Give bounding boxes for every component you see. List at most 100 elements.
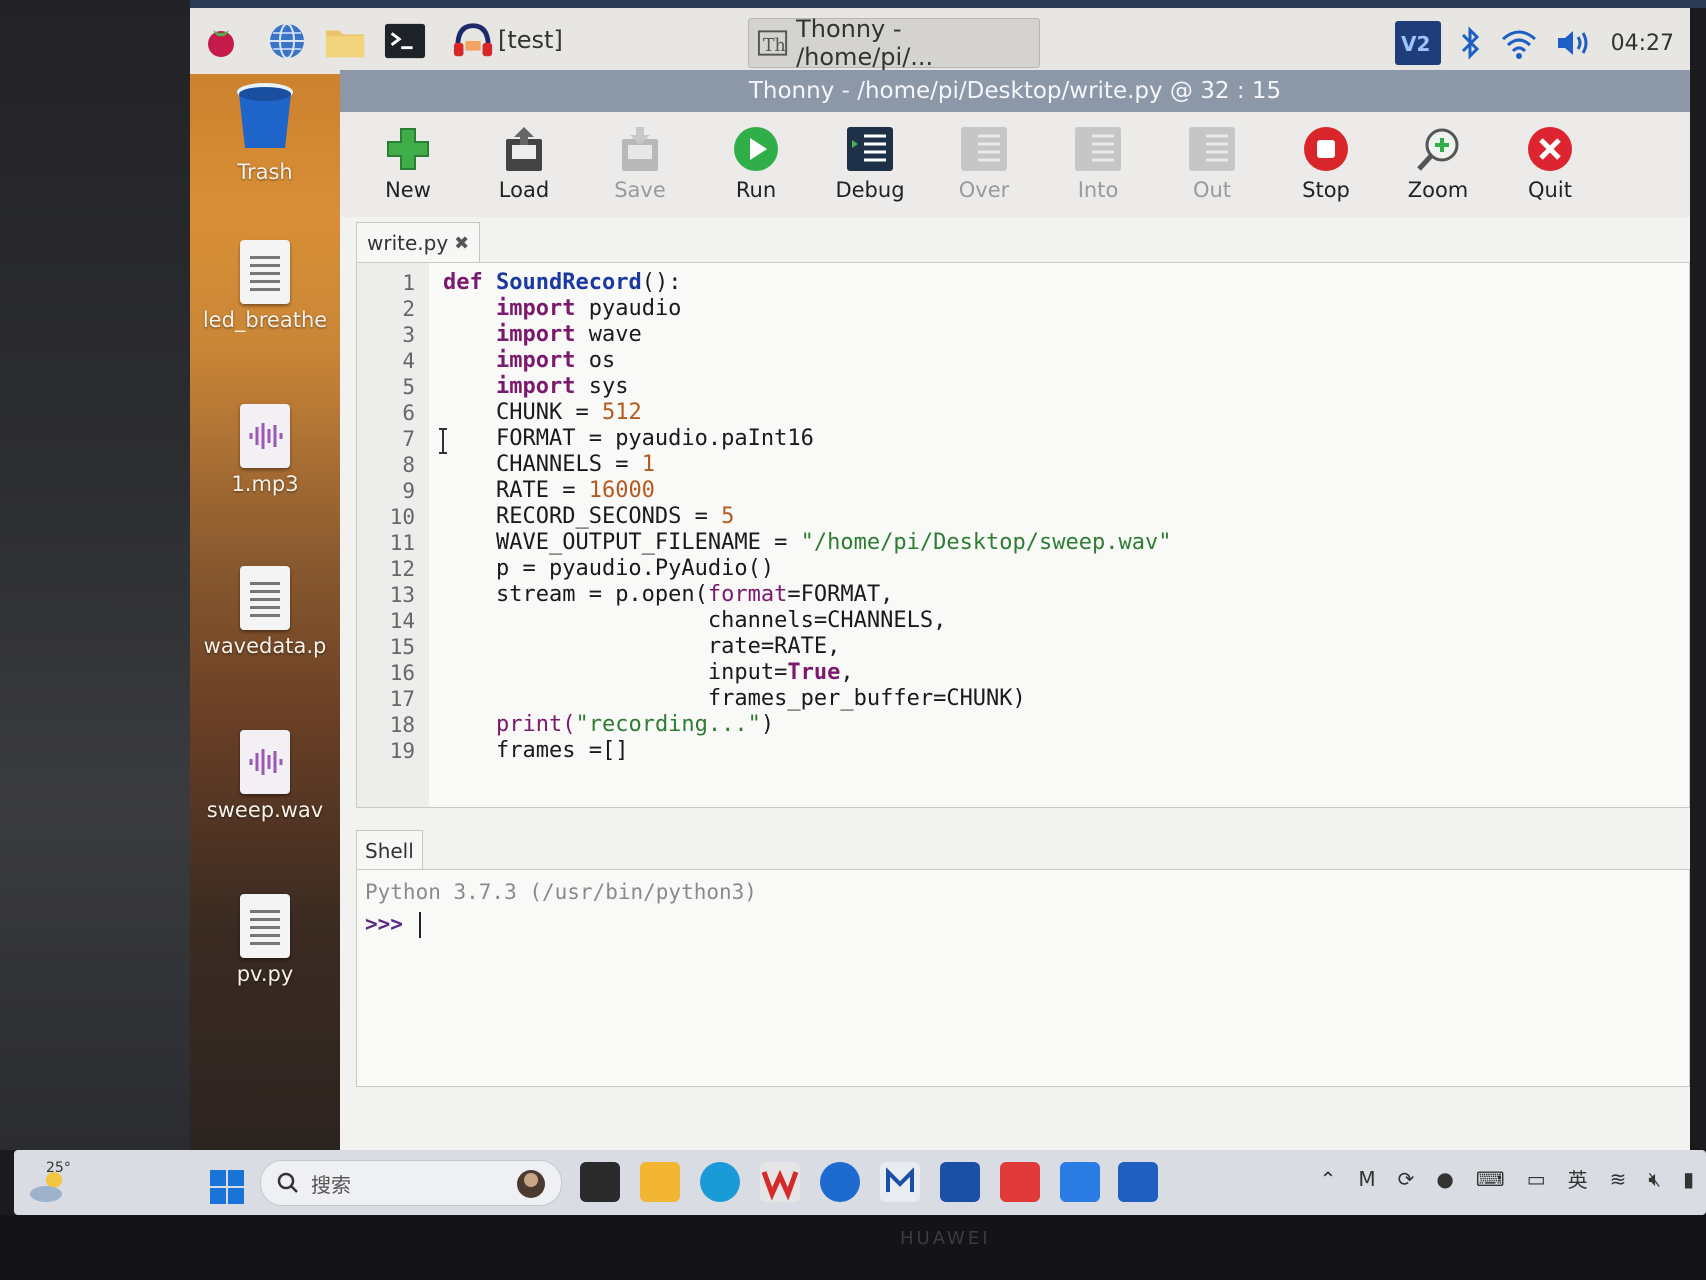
network-app-icon[interactable] [820,1162,860,1202]
debug-button[interactable]: Debug [820,122,920,202]
desktop-icon-label: pv.py [236,962,294,986]
wps-office-icon[interactable] [760,1162,800,1202]
code-text: channels=CHANNELS, [707,608,947,633]
tab-write-py[interactable]: write.py ✖ [356,222,481,263]
step-out-icon [1189,127,1235,171]
windows-system-tray: ⌃ M ⟳ ● ⌨ ▭ 英 ≋ 🔇︎ ▮ [1320,1164,1694,1193]
svg-text:Th: Th [763,36,786,56]
wifi-icon[interactable]: ≋ [1610,1167,1627,1191]
stop-button[interactable]: Stop [1276,122,1376,202]
sync-icon[interactable]: ⟳ [1398,1167,1415,1191]
vnc-viewer-icon[interactable] [1118,1162,1158,1202]
qq-icon[interactable]: ● [1436,1167,1453,1191]
shell-caret [419,912,421,938]
keyboard-icon[interactable]: ⌨ [1476,1167,1505,1191]
mail-app-icon[interactable] [880,1162,920,1202]
line-number: 8 [402,453,415,477]
step-over-button[interactable]: Over [934,122,1034,202]
code-line: CHUNK = 512 [443,400,642,425]
microsoft-store-icon[interactable] [940,1162,980,1202]
step-out-button[interactable]: Out [1162,122,1262,202]
weather-widget[interactable]: 25° [28,1158,78,1206]
save-icon [622,127,658,171]
desktop-icon-sweep-wav[interactable]: sweep.wav [190,730,340,822]
file-manager-icon[interactable] [324,20,366,62]
code-keyword: import [495,322,576,347]
code-line: frames =[] [443,738,628,763]
desktop-icon-trash[interactable]: Trash [190,80,340,184]
code-number: 5 [721,504,735,529]
file-explorer-icon[interactable] [640,1162,680,1202]
run-button-label: Run [735,178,777,202]
ime-indicator[interactable]: 英 [1568,1164,1588,1193]
code-text: CHANNELS = [495,452,642,477]
desktop-icon-1mp3[interactable]: 1.mp3 [190,404,340,496]
taskbar-task-test[interactable]: [test] [498,26,563,54]
code-builtin: print( [495,712,576,737]
step-over-icon [961,127,1007,171]
edge-browser-icon[interactable] [700,1162,740,1202]
vnc-icon[interactable]: V2 [1394,21,1441,65]
shell-console[interactable]: Python 3.7.3 (/usr/bin/python3) >>> [356,869,1690,1087]
window-title[interactable]: Thonny - /home/pi/Desktop/write.py @ 32 … [340,70,1690,112]
code-line: stream = p.open(format=FORMAT, [443,582,893,607]
battery-icon[interactable]: ▮ [1683,1167,1694,1191]
windows-start-icon[interactable] [210,1170,244,1208]
audio-recorder-icon[interactable] [452,20,494,62]
pi-taskbar: [test] Th Thonny - /home/pi/... V2 04:27 [190,8,1690,74]
desktop-icon-label: 1.mp3 [231,472,299,496]
raspberry-menu-icon[interactable] [200,20,242,62]
run-button[interactable]: Run [706,122,806,202]
tab-shell[interactable]: Shell [356,830,423,871]
taskbar-task-thonny[interactable]: Th Thonny - /home/pi/... [748,15,1040,71]
volume-icon[interactable] [1555,27,1593,59]
code-string: "/home/pi/Desktop/sweep.wav" [800,530,1172,555]
terminal-icon[interactable] [384,20,426,62]
browser-globe-icon[interactable] [266,20,308,62]
code-text: WAVE_OUTPUT_FILENAME = [495,530,801,555]
task-view-icon[interactable] [580,1162,620,1202]
new-button[interactable]: New [358,122,458,202]
code-line: input=True, [443,660,854,685]
code-text: CHUNK = [495,400,602,425]
play-icon [734,127,778,171]
cloud-app-icon[interactable] [1060,1162,1100,1202]
save-button[interactable]: Save [590,122,690,202]
desktop-icon-led-breathe[interactable]: led_breathe [190,240,340,332]
chevron-up-icon[interactable]: ⌃ [1320,1167,1337,1191]
search-icon [277,1172,298,1193]
wifi-icon[interactable] [1501,27,1537,59]
volume-muted-icon[interactable]: 🔇︎ [1648,1167,1661,1191]
desktop-icon-wavedata[interactable]: wavedata.p [190,566,340,658]
code-keyword: import [495,296,576,321]
pi-clock: 04:27 [1610,30,1674,56]
windows-search-box[interactable]: 搜索 [260,1160,562,1206]
line-number: 5 [402,375,415,399]
load-button[interactable]: Load [474,122,574,202]
huawei-app-icon[interactable] [1000,1162,1040,1202]
zoom-button[interactable]: Zoom [1388,122,1488,202]
display-icon[interactable]: ▭ [1527,1167,1546,1191]
bluetooth-icon[interactable] [1459,25,1483,61]
line-number: 9 [402,479,415,503]
tab-shell-label: Shell [365,839,414,863]
code-number: 16000 [588,478,655,503]
tray-app-icon[interactable]: M [1358,1167,1375,1191]
desktop-icon-label: sweep.wav [206,798,324,822]
tab-close-icon[interactable]: ✖ [454,233,469,254]
line-number: 6 [402,401,415,425]
desktop-icon-pv-py[interactable]: pv.py [190,894,340,986]
line-number: 7 [402,427,415,451]
quit-button[interactable]: Quit [1500,122,1600,202]
line-number: 14 [389,609,415,633]
code-text: =FORMAT, [787,582,894,607]
line-number-gutter: 1 2 3 4 5 6 7 8 9 10 11 12 13 14 15 16 1… [357,263,429,807]
shell-prompt: >>> [365,912,403,936]
code-editor[interactable]: 1 2 3 4 5 6 7 8 9 10 11 12 13 14 15 16 1… [356,262,1690,808]
svg-text:V2: V2 [1401,32,1430,56]
tab-write-py-label: write.py [367,231,449,255]
code-text: input= [707,660,788,685]
text-file-icon [240,240,290,304]
weather-temp: 25° [46,1160,71,1176]
step-into-button[interactable]: Into [1048,122,1148,202]
